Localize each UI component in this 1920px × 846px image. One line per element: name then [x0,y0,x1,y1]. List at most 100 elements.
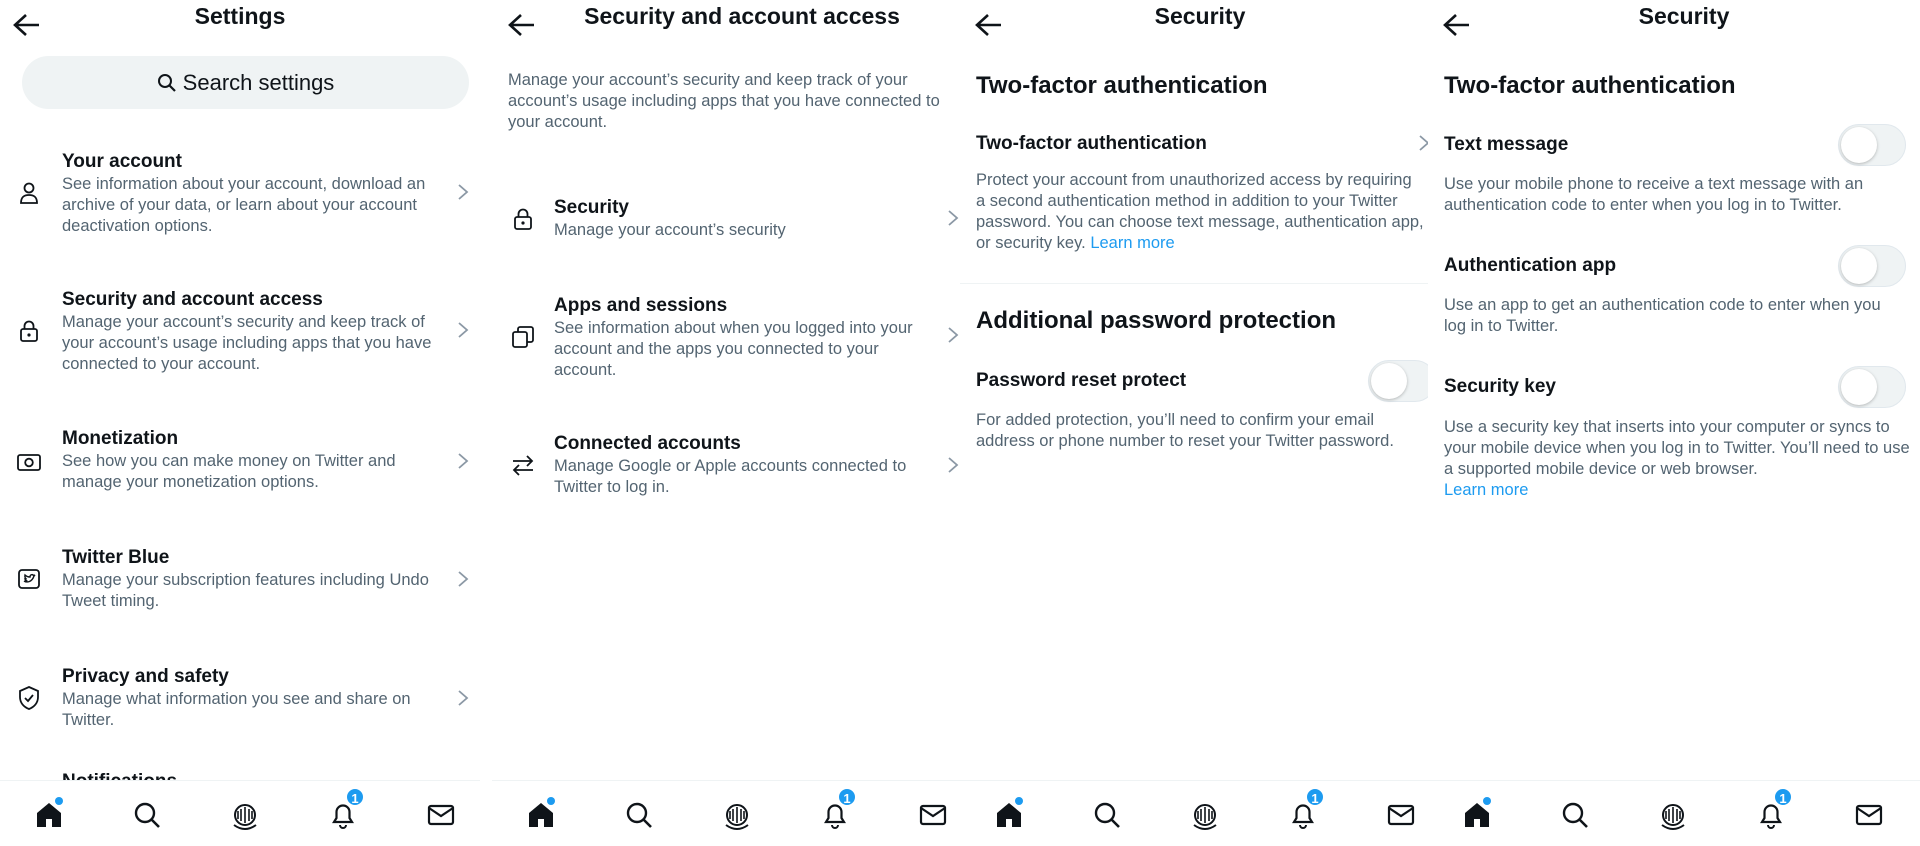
settings-item-desc: Manage your subscription features includ… [62,571,429,610]
section-title-2fa: Two-factor authentication [1444,72,1736,99]
settings-item-security-access[interactable]: Security and account access Manage your … [0,288,480,378]
settings-panel: Settings Search settings Your account Se… [0,0,480,846]
option-label-text-message: Text message [1444,134,1569,155]
settings-item-twitter-blue[interactable]: Twitter Blue Manage your subscription fe… [0,546,480,616]
person-icon [16,180,42,206]
apps-sessions-item[interactable]: Apps and sessions See information about … [492,294,972,384]
password-reset-row: Password reset protect [976,370,1187,391]
home-icon[interactable] [993,797,1025,831]
notification-badge: 1 [345,787,365,807]
item-desc: See information about when you logged in… [554,319,913,379]
search-icon[interactable] [1091,799,1123,831]
page-title: Security [1154,3,1246,29]
notification-badge: 1 [837,787,857,807]
messages-icon[interactable] [1853,799,1885,831]
home-icon[interactable] [1461,797,1493,831]
spaces-icon[interactable] [721,799,753,831]
header: Security [1428,0,1920,40]
bottom-tab-bar: 1 [492,780,972,846]
two-factor-desc: Protect your account from unauthorized a… [976,170,1424,254]
settings-item-label: Security and account access [62,289,323,310]
section-title-password: Additional password protection [976,307,1337,334]
swap-arrows-icon [510,452,536,478]
chevron-right-icon [457,321,469,339]
security-key-toggle[interactable] [1838,366,1906,408]
toggle-knob [1371,363,1407,399]
settings-item-desc: See information about your account, down… [62,175,426,235]
search-icon[interactable] [1559,799,1591,831]
item-label: Apps and sessions [554,295,728,316]
messages-icon[interactable] [1385,799,1417,831]
spaces-icon[interactable] [1189,799,1221,831]
chevron-right-icon [457,183,469,201]
notifications-icon[interactable]: 1 [819,787,857,831]
toggle-knob [1841,369,1877,405]
header: Settings [0,0,480,40]
settings-item-label: Monetization [62,428,179,449]
lock-icon [16,318,42,344]
section-title-2fa: Two-factor authentication [976,72,1268,99]
chevron-right-icon [457,452,469,470]
search-placeholder: Search settings [182,69,335,95]
connected-accounts-item[interactable]: Connected accounts Manage Google or Appl… [492,432,972,502]
settings-item-monetization[interactable]: Monetization See how you can make money … [0,427,480,497]
security-access-panel: Security and account access Manage your … [492,0,972,846]
search-icon[interactable] [131,799,163,831]
settings-item-privacy[interactable]: Privacy and safety Manage what informati… [0,665,480,735]
option-desc: Use an app to get an authentication code… [1444,296,1881,335]
spaces-icon[interactable] [1657,799,1689,831]
text-message-toggle[interactable] [1838,124,1906,166]
learn-more-link[interactable]: Learn more [1444,481,1528,499]
settings-item-label: Twitter Blue [62,547,170,568]
home-icon[interactable] [33,797,65,831]
security-key-desc: Use a security key that inserts into you… [1444,417,1910,501]
option-label-security-key: Security key [1444,376,1556,397]
settings-item-desc: See how you can make money on Twitter an… [62,452,396,491]
messages-icon[interactable] [425,799,457,831]
messages-icon[interactable] [917,799,949,831]
spaces-icon[interactable] [229,799,261,831]
option-desc: Use a security key that inserts into you… [1444,418,1910,478]
bottom-tab-bar: 1 [0,780,480,846]
search-icon[interactable] [623,799,655,831]
settings-item-label: Privacy and safety [62,666,229,687]
unread-dot [1483,797,1491,805]
item-desc: Manage Google or Apple accounts connecte… [554,457,907,496]
lock-icon [510,206,536,232]
chevron-right-icon [457,570,469,588]
settings-item-your-account[interactable]: Your account See information about your … [0,150,480,240]
two-factor-panel: Security Two-factor authentication Text … [1428,0,1920,846]
item-label: Connected accounts [554,433,741,454]
unread-dot [1015,797,1023,805]
authentication-app-toggle[interactable] [1838,245,1906,287]
settings-item-desc: Manage your account’s security and keep … [62,313,432,373]
chevron-right-icon [947,456,959,474]
notifications-icon[interactable]: 1 [1287,787,1325,831]
unread-dot [55,797,63,805]
money-icon [16,449,42,475]
bottom-tab-bar: 1 [1428,780,1920,846]
learn-more-link[interactable]: Learn more [1090,234,1174,252]
home-icon[interactable] [525,797,557,831]
search-input[interactable]: Search settings [22,56,469,109]
page-title: Security and account access [584,3,900,29]
toggle-knob [1841,248,1877,284]
shield-check-icon [16,685,42,711]
option-label-auth-app: Authentication app [1444,255,1617,276]
notifications-icon[interactable]: 1 [1755,787,1793,831]
chevron-right-icon [947,326,959,344]
page-title: Security [1638,3,1730,29]
notifications-icon[interactable]: 1 [327,787,365,831]
settings-item-label: Your account [62,151,182,172]
two-factor-row[interactable]: Two-factor authentication [976,133,1207,155]
twitter-blue-icon [16,566,42,592]
toggle-knob [1841,127,1877,163]
password-reset-toggle[interactable] [1368,360,1436,402]
security-item[interactable]: Security Manage your account’s security [492,196,972,244]
security-panel: Security Two-factor authentication Two-f… [960,0,1440,846]
item-desc: Manage your account’s security [554,221,786,239]
apps-icon [510,324,536,350]
notification-badge: 1 [1305,787,1325,807]
bottom-tab-bar: 1 [960,780,1440,846]
notification-badge: 1 [1773,787,1793,807]
